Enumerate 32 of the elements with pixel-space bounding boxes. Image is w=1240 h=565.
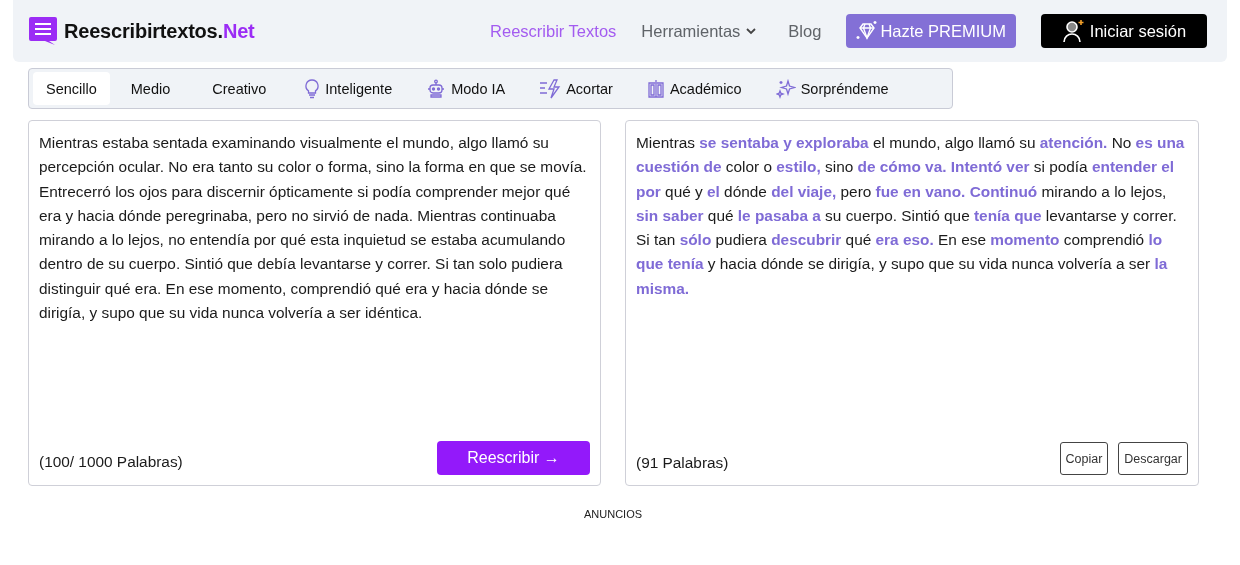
mode-tab[interactable]: Sorpréndeme [758,72,906,105]
download-button[interactable]: Descargar [1118,442,1188,475]
bolt-icon [539,78,562,99]
user-add-icon [1061,19,1086,43]
nav-dropdown[interactable]: Herramientas [641,21,757,41]
rewrite-button[interactable]: Reescribir → [437,441,590,475]
premium-button[interactable]: Hazte PREMIUM [846,14,1016,48]
mode-tab[interactable]: Académico [629,72,759,105]
word-count: (100/ 1000 Palabras) [39,453,183,471]
copy-button[interactable]: Copiar [1059,442,1109,475]
robot-icon [426,78,447,99]
ads-label: ANUNCIOS [582,508,644,520]
chevron-down-icon [746,27,757,35]
nav-link[interactable]: Blog [788,21,822,41]
word-count: (91 Palabras) [636,453,729,472]
site-logo[interactable]: Reescribirtextos.Net [64,19,255,43]
sparkles-icon [775,78,796,99]
mode-tab[interactable]: Medio [109,72,192,105]
mode-tab[interactable]: Acortar [522,72,630,105]
chat-icon [28,16,58,46]
mode-tab[interactable]: Creativo [191,72,288,105]
nav-link[interactable]: Reescribir Textos [490,21,617,41]
mode-tab[interactable]: Inteligente [287,72,410,105]
input-text-panel[interactable] [28,120,601,486]
book-icon [646,78,665,99]
lightbulb-icon [304,78,321,99]
diamond-icon [856,20,879,42]
login-button[interactable]: Iniciar sesión [1041,14,1207,48]
output-text: Mientras se sentaba y exploraba el mundo, algo llamó su atención. No es una cuestión de color o estilo, sino de cómo va. Intentó ver si podía entender el por qué y el dónde del viaje, pero fue en vano. Continuó mirando a lo lejos, sin saber qué le pasaba a su cuerpo. Sintió que tenía que levantarse y correr. Si tan sólo pudiera descubrir qué era eso. En ese momento comprendió lo que tenía y hacia dónde se dirigía, y supo que su vida nunca volvería a ser la misma. [636,133,1186,299]
mode-tab[interactable]: Modo IA [409,72,523,105]
mode-tab[interactable]: Sencillo [33,72,110,105]
input-text: Mientras estaba sentada examinando visualmente el mundo, algo llamó su percepción ocular. No era tanto su color o forma, sino la forma en que se movía. Entrecerró los ojos para discernir ópticamente si podía comprender mejor qué era y hacia dónde peregrinaba, pero no sirvió de nada. Mientras continuaba mirando a lo lejos, no entendía por qué esta inquietud se estaba acumulando dentro de su cuerpo. Sintió que debía levantarse y correr. Si tan solo pudiera distinguir qué era. En ese momento, comprendió qué era y hacia dónde se dirigía, y supo que su vida nunca volvería a ser idéntica. [39,133,588,324]
